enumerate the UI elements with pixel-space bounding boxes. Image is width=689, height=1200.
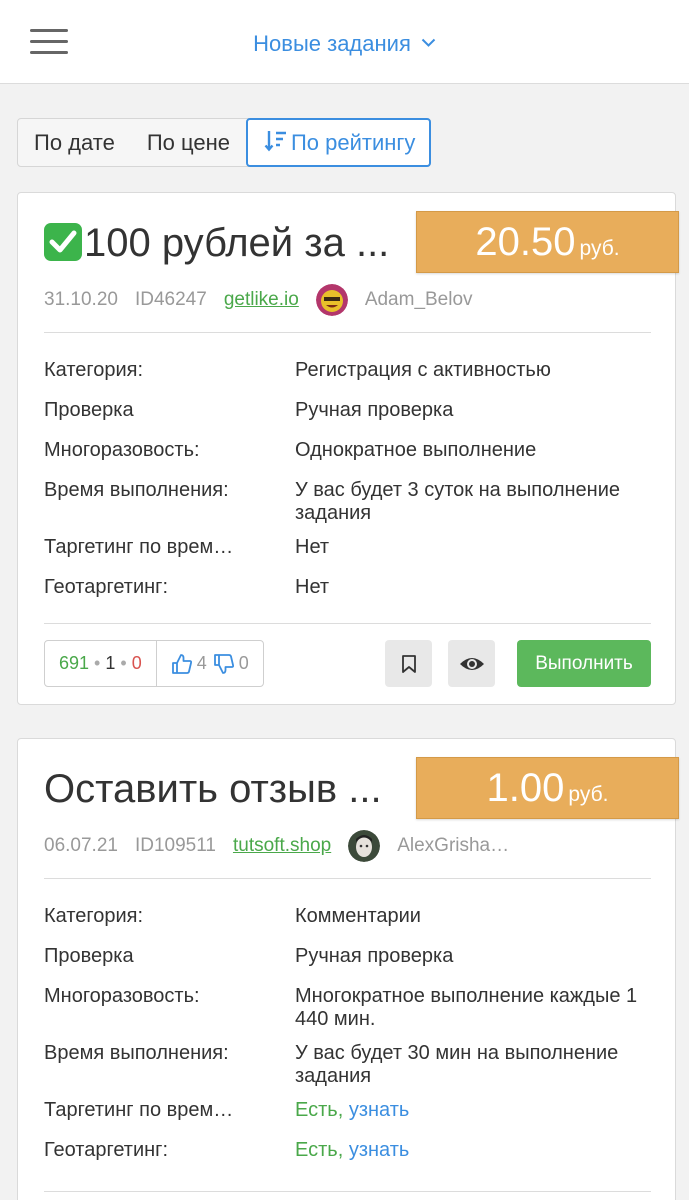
check-mark-emoji-icon bbox=[44, 223, 82, 261]
task-meta: 31.10.20 ID46247 getlike.io Adam_Belov bbox=[44, 284, 473, 316]
property-value: Комментарии bbox=[295, 905, 421, 927]
section-title[interactable]: Новые задания bbox=[253, 31, 411, 56]
divider bbox=[44, 623, 651, 624]
task-votes: 4 0 bbox=[157, 641, 263, 686]
bookmark-icon bbox=[401, 654, 416, 673]
sort-toolbar: По дате По цене По рейтингу bbox=[17, 118, 432, 167]
price-currency: руб. bbox=[579, 237, 620, 260]
property-label: Время выполнения: bbox=[44, 1042, 229, 1064]
property-label: Проверка bbox=[44, 945, 134, 967]
geotargeting-status: Есть, bbox=[295, 1139, 344, 1161]
task-card[interactable]: Оставить отзыв ... 1.00 руб. 06.07.21 ID1… bbox=[17, 738, 679, 1200]
task-domain-link[interactable]: getlike.io bbox=[224, 289, 299, 311]
property-row: Категория: Комментарии bbox=[44, 905, 651, 928]
property-value: Нет bbox=[295, 576, 330, 598]
count-waiting: 1 bbox=[105, 653, 116, 673]
divider bbox=[44, 332, 651, 333]
execute-button[interactable]: Выполнить bbox=[517, 640, 651, 687]
property-value: Нет bbox=[295, 536, 330, 558]
task-domain-link[interactable]: tutsoft.shop bbox=[233, 835, 331, 857]
task-date: 06.07.21 bbox=[44, 835, 118, 856]
bookmark-button[interactable] bbox=[385, 640, 432, 687]
property-label: Геотаргетинг: bbox=[44, 1139, 169, 1161]
property-value: Ручная проверка bbox=[295, 399, 454, 421]
sort-descending-icon bbox=[264, 131, 286, 152]
like-count: 4 bbox=[196, 653, 207, 673]
dislike-count: 0 bbox=[238, 653, 249, 673]
divider bbox=[44, 1191, 651, 1192]
section-dropdown[interactable]: Новые задания bbox=[0, 28, 689, 57]
property-row: Многоразовость: Однократное выполнение bbox=[44, 439, 651, 462]
property-value: У вас будет 30 мин на выполнение задания bbox=[295, 1042, 619, 1087]
task-properties: Категория: Комментарии Проверка Ручная про… bbox=[44, 905, 651, 1179]
author-avatar[interactable] bbox=[348, 830, 381, 862]
property-row: Категория: Регистрация с активностью bbox=[44, 359, 651, 382]
task-meta: 06.07.21 ID109511 tutsoft.shop AlexGrish… bbox=[44, 830, 509, 862]
learn-more-link[interactable]: узнать bbox=[349, 1139, 409, 1161]
top-bar: Новые задания bbox=[0, 0, 689, 84]
property-row: Проверка Ручная проверка bbox=[44, 945, 651, 968]
author-name[interactable]: AlexGrisha… bbox=[397, 835, 509, 857]
property-value: Регистрация с активностью bbox=[295, 359, 551, 381]
property-row: Геотаргетинг: Нет bbox=[44, 576, 651, 599]
eye-icon bbox=[459, 657, 484, 670]
learn-more-link[interactable]: узнать bbox=[349, 1099, 409, 1121]
author-name[interactable]: Adam_Belov bbox=[365, 289, 473, 311]
task-card[interactable]: 100 рублей за ... 20.50 руб. 31.10.20 ID4… bbox=[17, 192, 679, 705]
task-properties: Категория: Регистрация с активностью Пров… bbox=[44, 359, 651, 616]
dislike-button[interactable]: 0 bbox=[213, 653, 249, 675]
completion-counts: 691 • 1 • 0 bbox=[45, 641, 157, 686]
price-amount: 20.50 bbox=[475, 220, 576, 264]
property-row: Время выполнения: У вас будет 30 мин на в… bbox=[44, 1042, 651, 1088]
task-date: 31.10.20 bbox=[44, 289, 118, 310]
property-row: Проверка Ручная проверка bbox=[44, 399, 651, 422]
count-done: 691 bbox=[59, 653, 90, 673]
property-value: Ручная проверка bbox=[295, 945, 454, 967]
property-value: Есть, узнать bbox=[295, 1139, 651, 1162]
property-row: Геотаргетинг: Есть, узнать bbox=[44, 1139, 651, 1162]
like-button[interactable]: 4 bbox=[171, 653, 207, 675]
property-label: Многоразовость: bbox=[44, 439, 200, 461]
price-badge: 1.00 руб. bbox=[416, 757, 679, 819]
sort-by-date-button[interactable]: По дате bbox=[18, 119, 131, 166]
property-value: Однократное выполнение bbox=[295, 439, 537, 461]
watch-button[interactable] bbox=[448, 640, 495, 687]
count-rejected: 0 bbox=[131, 653, 142, 673]
property-row: Таргетинг по врем… Нет bbox=[44, 536, 651, 559]
property-label: Категория: bbox=[44, 905, 144, 927]
property-label: Геотаргетинг: bbox=[44, 576, 169, 598]
property-label: Проверка bbox=[44, 399, 134, 421]
price-currency: руб. bbox=[568, 783, 609, 806]
thumbs-down-icon bbox=[213, 653, 234, 674]
property-row: Таргетинг по врем… Есть, узнать bbox=[44, 1099, 651, 1122]
property-label: Многоразовость: bbox=[44, 985, 200, 1007]
divider bbox=[44, 878, 651, 879]
task-id: ID109511 bbox=[134, 835, 216, 856]
price-amount: 1.00 bbox=[486, 766, 565, 810]
thumbs-up-icon bbox=[171, 653, 192, 674]
property-value: У вас будет 3 суток на выполнение задани… bbox=[295, 479, 620, 524]
task-title[interactable]: Оставить отзыв ... bbox=[44, 765, 404, 813]
property-label: Время выполнения: bbox=[44, 479, 229, 501]
author-avatar[interactable] bbox=[315, 284, 348, 316]
task-title-text: 100 рублей за ... bbox=[84, 221, 390, 265]
task-stats: 691 • 1 • 0 4 0 bbox=[44, 640, 264, 687]
sort-by-price-button[interactable]: По цене bbox=[131, 119, 246, 166]
task-id: ID46247 bbox=[134, 289, 207, 310]
sort-by-rating-label: По рейтингу bbox=[290, 130, 416, 155]
chevron-down-icon[interactable] bbox=[421, 28, 436, 54]
property-row: Многоразовость: Многократное выполнение к… bbox=[44, 985, 651, 1031]
property-label: Таргетинг по врем… bbox=[44, 1099, 234, 1121]
sort-by-rating-button[interactable]: По рейтингу bbox=[245, 118, 432, 167]
task-title[interactable]: 100 рублей за ... bbox=[44, 219, 404, 267]
price-badge: 20.50 руб. bbox=[416, 211, 679, 273]
targeting-status: Есть, bbox=[295, 1099, 344, 1121]
property-row: Время выполнения: У вас будет 3 суток на … bbox=[44, 479, 651, 525]
property-value: Многократное выполнение каждые 1 440 мин… bbox=[295, 985, 638, 1030]
property-label: Таргетинг по врем… bbox=[44, 536, 234, 558]
property-value: Есть, узнать bbox=[295, 1099, 651, 1122]
property-label: Категория: bbox=[44, 359, 144, 381]
